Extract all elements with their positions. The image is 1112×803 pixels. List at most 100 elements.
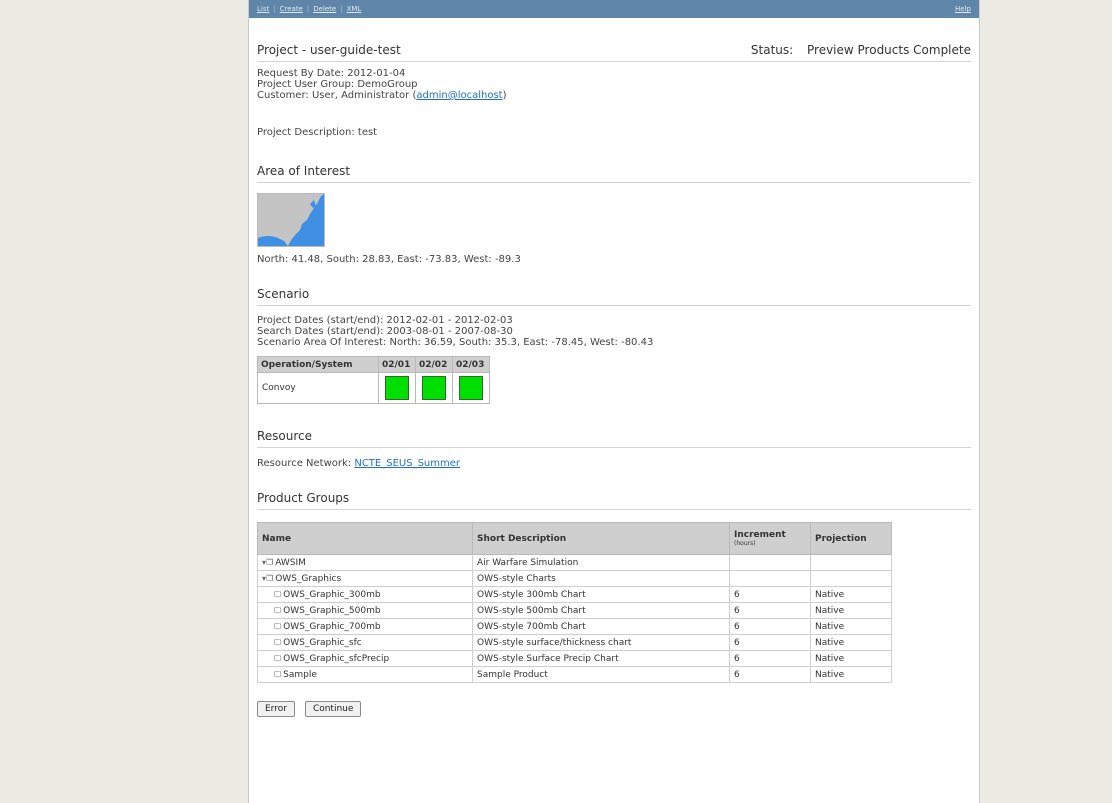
product-name-cell: ☐ Sample	[257, 666, 473, 683]
product-row[interactable]: ▾❐ OWS_Graphics OWS-style Charts	[257, 570, 892, 587]
product-row[interactable]: ☐ OWS_Graphic_sfcPrecip OWS-style Surface …	[257, 650, 892, 667]
product-row[interactable]: ☐ Sample Sample Product 6 Native	[257, 666, 892, 683]
product-projection-cell	[810, 554, 892, 571]
expand-folder-icon[interactable]: ▾❐	[262, 558, 273, 567]
request-by-date: Request By Date: 2012-01-04	[257, 68, 406, 79]
product-projection-cell: Native	[810, 618, 892, 635]
product-projection-cell: Native	[810, 666, 892, 683]
product-row[interactable]: ☐ OWS_Graphic_sfc OWS-style surface/thickn…	[257, 634, 892, 651]
create-link[interactable]: Create	[280, 5, 303, 13]
product-name: OWS_Graphic_300mb	[283, 589, 381, 600]
expand-folder-icon[interactable]: ▾❐	[262, 574, 273, 583]
product-description-cell: Air Warfare Simulation	[472, 554, 730, 571]
map-thumbnail-icon	[258, 194, 324, 246]
area-of-interest-map[interactable]	[257, 193, 325, 247]
xml-link[interactable]: XML	[347, 5, 362, 13]
product-projection-cell: Native	[810, 634, 892, 651]
product-row[interactable]: ▾❐ AWSIM Air Warfare Simulation	[257, 554, 892, 571]
delete-link[interactable]: Delete	[313, 5, 336, 13]
operations-row-convoy: Convoy	[257, 372, 490, 404]
document-icon: ☐	[274, 621, 282, 631]
resource-network-link[interactable]: NCTE_SEUS_Summer	[354, 458, 460, 469]
product-name-cell: ☐ OWS_Graphic_300mb	[257, 586, 473, 603]
operations-table: Operation/System 02/01 02/02 02/03 Convo…	[257, 356, 490, 404]
status-ok-indicator	[385, 376, 409, 400]
help-link[interactable]: Help	[955, 5, 971, 13]
project-description: Project Description: test	[257, 127, 378, 138]
project-dates: Project Dates (start/end): 2012-02-01 - …	[257, 315, 513, 326]
page-title: Project - user-guide-test	[257, 43, 401, 57]
short-description-header: Short Description	[472, 522, 730, 555]
page-container: List | Create | Delete | XML Help Projec…	[248, 0, 980, 803]
product-description-cell: OWS-style 300mb Chart	[472, 586, 730, 603]
product-name: OWS_Graphic_sfcPrecip	[283, 653, 390, 664]
status-ok-indicator	[459, 376, 483, 400]
area-of-interest-heading: Area of Interest	[257, 164, 971, 183]
product-increment-cell: 6	[729, 618, 811, 635]
product-description-cell: OWS-style Surface Precip Chart	[472, 650, 730, 667]
product-groups-heading: Product Groups	[257, 491, 971, 510]
top-nav-bar: List | Create | Delete | XML Help	[249, 0, 979, 18]
project-meta: Request By Date: 2012-01-04 Project User…	[257, 68, 971, 101]
product-name: OWS_Graphic_700mb	[283, 621, 381, 632]
resource-heading: Resource	[257, 429, 971, 448]
status-cell-0202[interactable]	[415, 372, 453, 404]
product-increment-cell: 6	[729, 650, 811, 667]
status-cell-0203[interactable]	[452, 372, 490, 404]
projection-header: Projection	[810, 522, 892, 555]
product-increment-cell: 6	[729, 666, 811, 683]
error-button[interactable]: Error	[257, 701, 295, 717]
product-description-cell: OWS-style 700mb Chart	[472, 618, 730, 635]
document-icon: ☐	[274, 669, 282, 679]
list-link[interactable]: List	[257, 5, 269, 13]
search-dates: Search Dates (start/end): 2003-08-01 - 2…	[257, 326, 513, 337]
product-name-cell: ☐ OWS_Graphic_500mb	[257, 602, 473, 619]
product-increment-cell: 6	[729, 634, 811, 651]
resource-network: Resource Network: NCTE_SEUS_Summer	[257, 458, 460, 469]
product-row[interactable]: ☐ OWS_Graphic_300mb OWS-style 300mb Chart 6…	[257, 586, 892, 603]
product-projection-cell: Native	[810, 586, 892, 603]
project-header: Project - user-guide-test Status: Previe…	[257, 43, 971, 62]
product-name: OWS_Graphic_500mb	[283, 605, 381, 616]
operations-header-row: Operation/System 02/01 02/02 02/03	[257, 356, 490, 373]
status-ok-indicator	[422, 376, 446, 400]
customer-email-link[interactable]: admin@localhost	[416, 90, 502, 101]
product-row[interactable]: ☐ OWS_Graphic_700mb OWS-style 700mb Chart 6…	[257, 618, 892, 635]
date-header-0203: 02/03	[452, 356, 490, 373]
document-icon: ☐	[274, 589, 282, 599]
product-description-cell: OWS-style 500mb Chart	[472, 602, 730, 619]
project-user-group: Project User Group: DemoGroup	[257, 79, 418, 90]
product-name-cell: ☐ OWS_Graphic_sfc	[257, 634, 473, 651]
main-content: Project - user-guide-test Status: Previe…	[249, 43, 979, 717]
date-header-0201: 02/01	[378, 356, 416, 373]
product-name-cell: ☐ OWS_Graphic_sfcPrecip	[257, 650, 473, 667]
scenario-heading: Scenario	[257, 287, 971, 306]
product-row[interactable]: ☐ OWS_Graphic_500mb OWS-style 500mb Chart 6…	[257, 602, 892, 619]
status-display: Status: Preview Products Complete	[751, 43, 971, 57]
product-projection-cell	[810, 570, 892, 587]
product-projection-cell: Native	[810, 650, 892, 667]
continue-button[interactable]: Continue	[304, 701, 362, 717]
status-cell-0201[interactable]	[378, 372, 416, 404]
action-buttons: Error Continue	[257, 701, 971, 717]
document-icon: ☐	[274, 637, 282, 647]
product-name: AWSIM	[275, 557, 306, 568]
product-name: OWS_Graphics	[275, 573, 342, 584]
document-icon: ☐	[274, 653, 282, 663]
status-value: Preview Products Complete	[807, 43, 971, 57]
aoi-coordinates: North: 41.48, South: 28.83, East: -73.83…	[257, 254, 521, 265]
product-description-cell: OWS-style surface/thickness chart	[472, 634, 730, 651]
product-description-cell: OWS-style Charts	[472, 570, 730, 587]
product-increment-cell	[729, 554, 811, 571]
name-header: Name	[257, 522, 473, 555]
operation-name: Convoy	[257, 372, 379, 404]
scenario-aoi: Scenario Area Of Interest: North: 36.59,…	[257, 337, 654, 348]
product-projection-cell: Native	[810, 602, 892, 619]
increment-header: Increment (hours)	[729, 522, 811, 555]
date-header-0202: 02/02	[415, 356, 453, 373]
increment-unit: (hours)	[734, 540, 756, 547]
product-groups-body: ▾❐ AWSIM Air Warfare Simulation ▾❐ OWS_Graph…	[257, 554, 892, 683]
product-increment-cell	[729, 570, 811, 587]
customer-line: Customer: User, Administrator (admin@loc…	[257, 90, 507, 101]
product-description-cell: Sample Product	[472, 666, 730, 683]
